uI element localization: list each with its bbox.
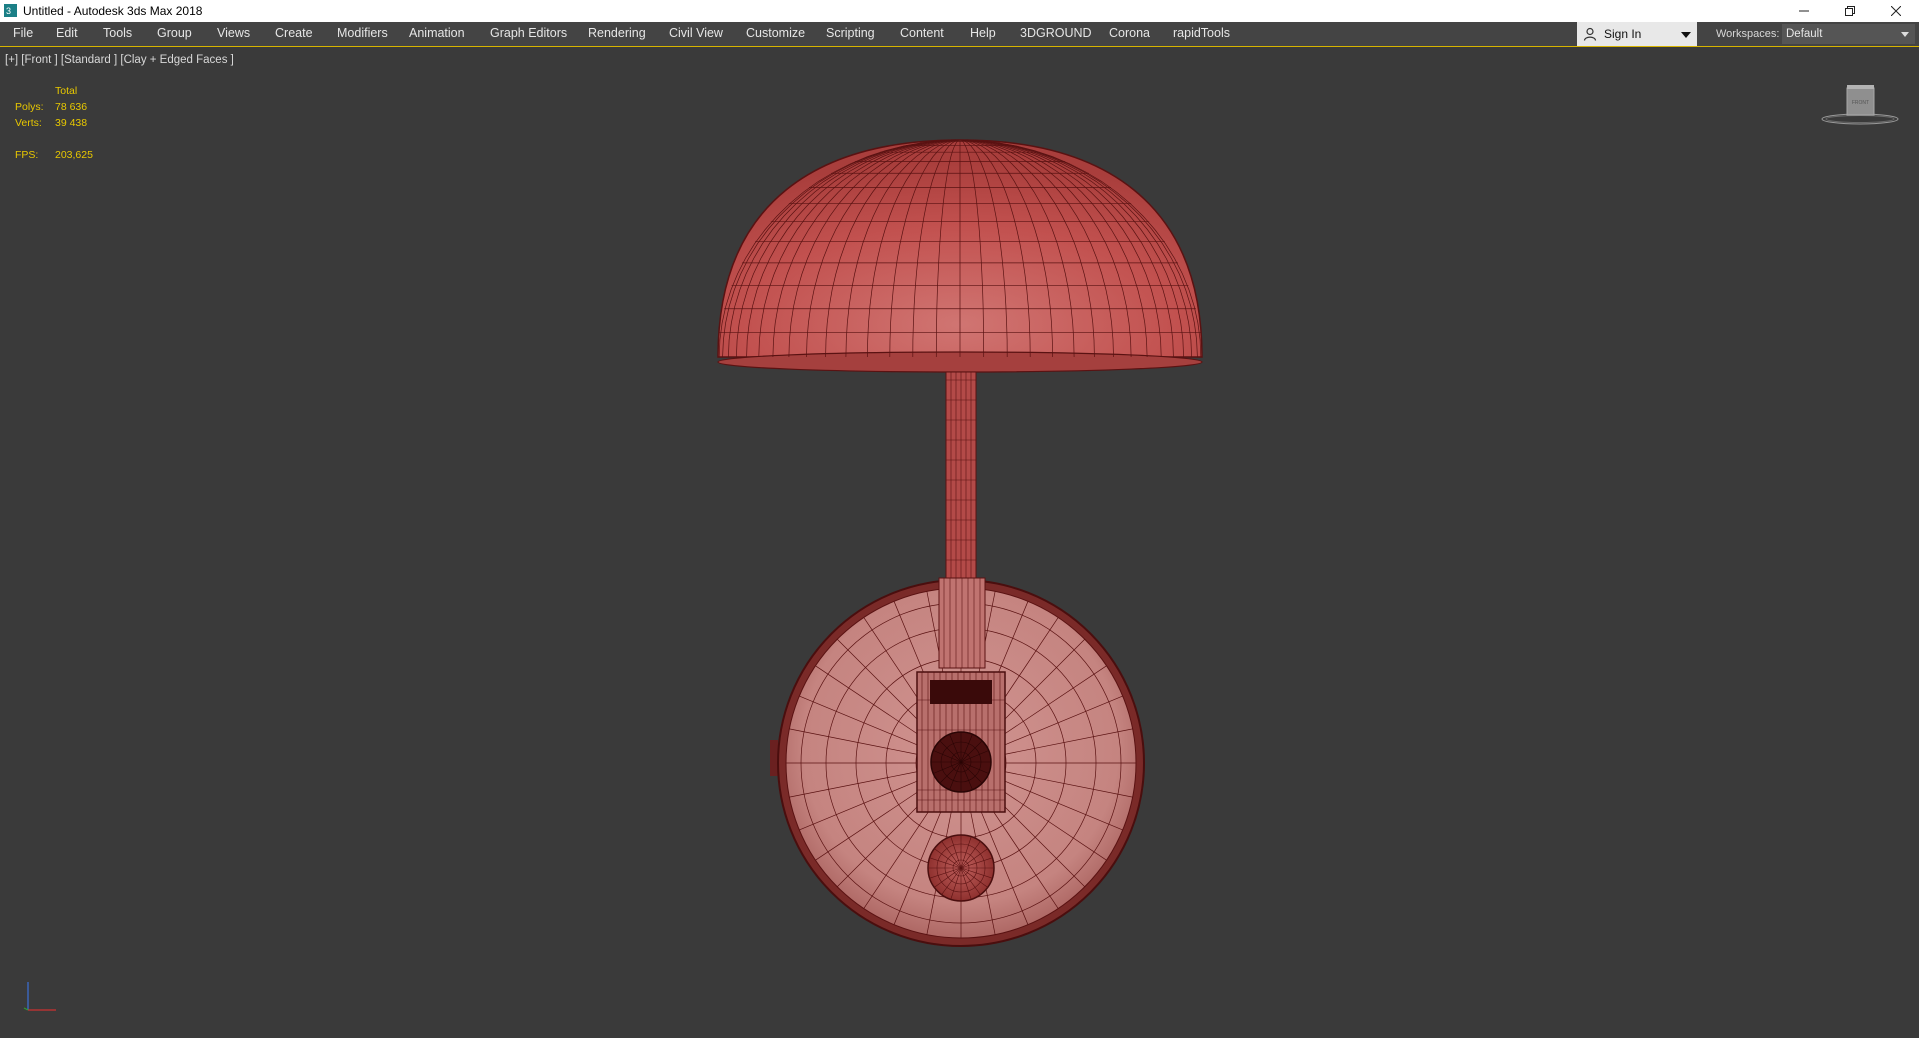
scene-render bbox=[717, 139, 1203, 947]
lamp-dome bbox=[717, 139, 1203, 373]
lamp-base bbox=[770, 577, 1145, 947]
